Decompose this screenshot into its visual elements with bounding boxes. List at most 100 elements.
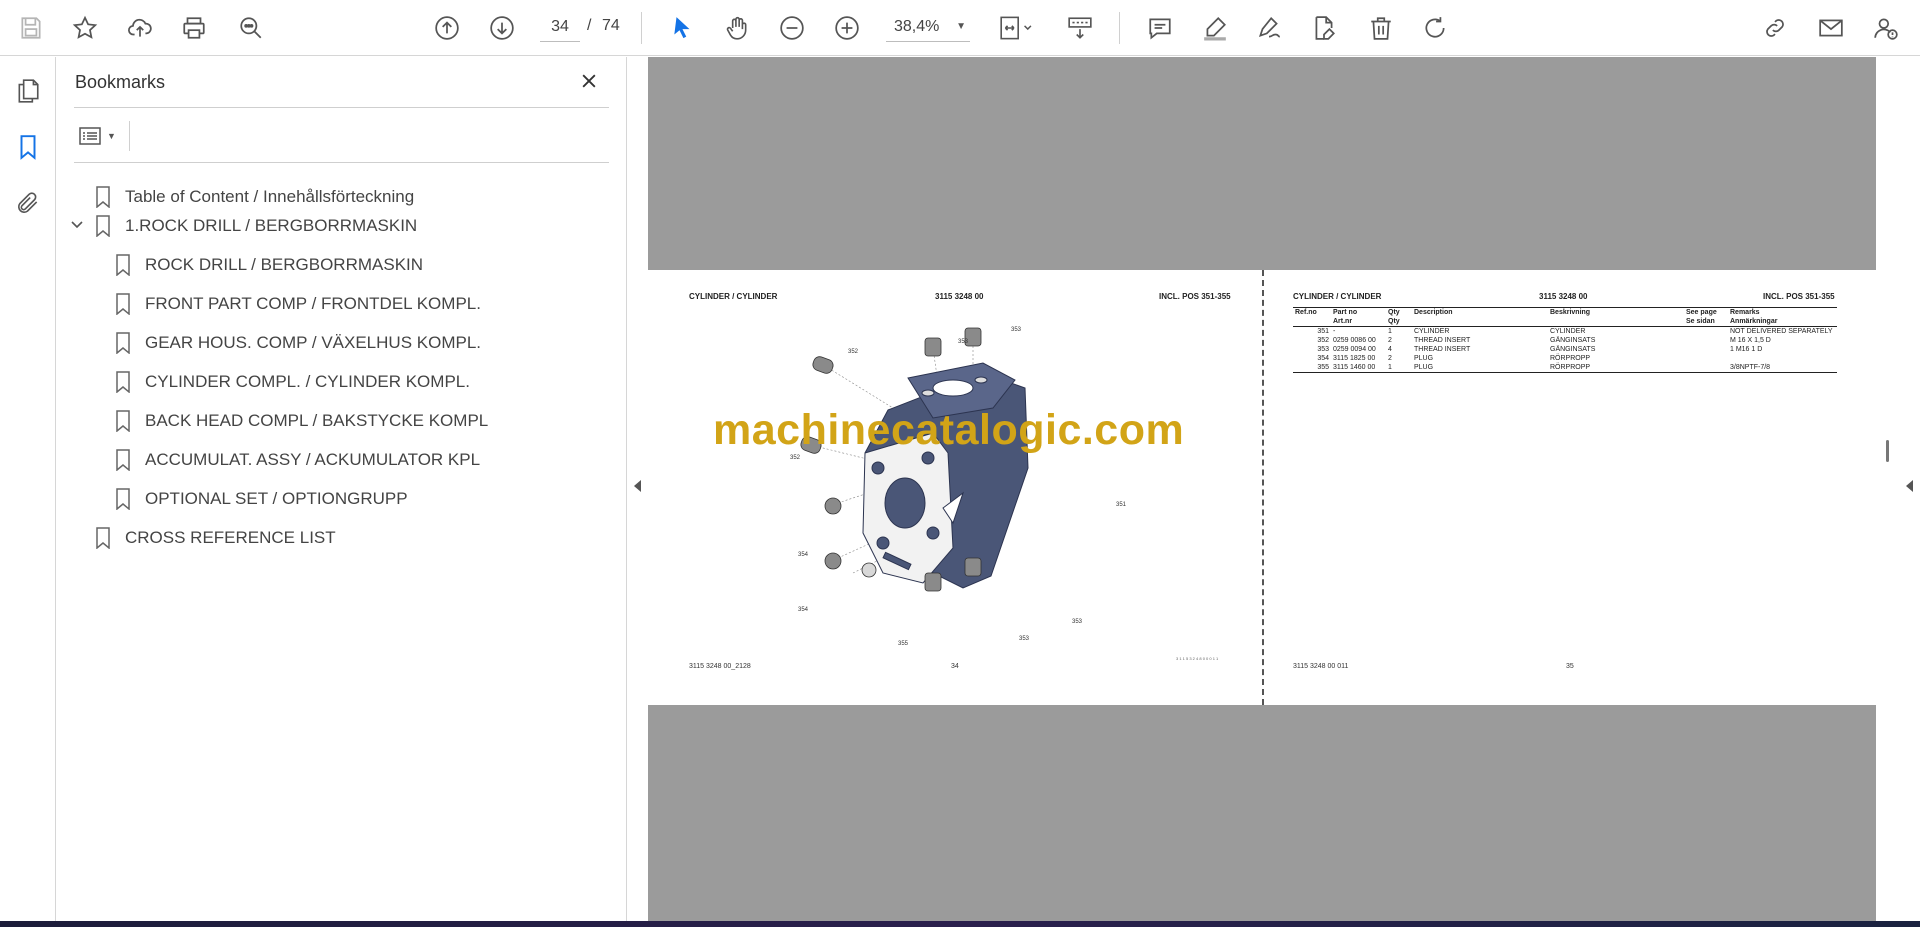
- draw-icon[interactable]: [1250, 9, 1288, 47]
- bookmark-label: Table of Content / Innehållsförteckning: [125, 187, 415, 206]
- account-icon[interactable]: [1867, 9, 1905, 47]
- zoom-level-select[interactable]: 38,4% ▼: [886, 12, 970, 42]
- cell-page: [1684, 354, 1728, 363]
- page-fold: [1262, 270, 1264, 705]
- find-zoom-icon[interactable]: [232, 9, 270, 47]
- email-icon[interactable]: [1812, 9, 1850, 47]
- column-header-part: Part no Art.nr: [1331, 307, 1386, 327]
- bookmark-icon: [116, 254, 130, 276]
- chevron-down-icon: ▼: [956, 21, 966, 32]
- collapse-panel-handle[interactable]: [628, 57, 648, 921]
- zoom-in-icon[interactable]: [828, 9, 866, 47]
- callout-label: 355: [898, 641, 909, 647]
- cell-page: [1684, 327, 1728, 337]
- comment-icon[interactable]: [1141, 9, 1179, 47]
- table-row: 355 3115 1460 00 1 PLUG RÖRPROPP 3/8NPTF…: [1293, 363, 1837, 373]
- pages-thumbnail-icon[interactable]: [10, 73, 46, 109]
- star-icon[interactable]: [66, 9, 104, 47]
- panel-title: Bookmarks: [75, 72, 166, 92]
- bookmark-item[interactable]: BACK HEAD COMPL / BAKSTYCKE KOMPL: [115, 406, 488, 436]
- callout-label: 354: [798, 552, 809, 558]
- callout-label: 351: [1116, 502, 1127, 508]
- highlight-icon[interactable]: [1196, 9, 1234, 47]
- cell-part: 3115 1460 00: [1331, 363, 1386, 373]
- column-header-remarks: Remarks Anmärkningar: [1728, 307, 1837, 327]
- zoom-out-icon[interactable]: [773, 9, 811, 47]
- bookmark-icon: [116, 449, 130, 471]
- cell-ref: 351: [1317, 328, 1329, 335]
- save-icon[interactable]: [12, 9, 50, 47]
- left-page-title: CYLINDER / CYLINDER: [689, 292, 778, 301]
- callout-label: 352: [848, 349, 859, 355]
- bookmark-item[interactable]: CYLINDER COMPL. / CYLINDER KOMPL.: [115, 367, 470, 397]
- delete-icon[interactable]: [1362, 9, 1400, 47]
- bookmark-item[interactable]: ROCK DRILL / BERGBORRMASKIN: [115, 250, 423, 280]
- rotate-icon[interactable]: [1416, 9, 1454, 47]
- right-pane-handle[interactable]: [1876, 57, 1920, 921]
- callout-label: 353: [1019, 636, 1030, 642]
- bookmark-panel-icon[interactable]: [10, 129, 46, 165]
- bookmark-icon: [116, 371, 130, 393]
- cell-besk: RÖRPROPP: [1548, 363, 1684, 373]
- bookmark-item[interactable]: ACCUMULAT. ASSY / ACKUMULATOR KPL: [115, 445, 480, 475]
- edit-pdf-icon[interactable]: [1305, 9, 1343, 47]
- cell-ref: 354: [1317, 355, 1329, 362]
- select-cursor-icon[interactable]: [664, 9, 702, 47]
- scroll-mode-icon[interactable]: [1061, 9, 1099, 47]
- bookmark-label: FRONT PART COMP / FRONTDEL KOMPL.: [145, 294, 481, 313]
- cell-remarks: M 16 X 1,5 D: [1730, 337, 1771, 344]
- cell-qty: 1: [1386, 363, 1412, 373]
- close-icon[interactable]: [575, 67, 603, 95]
- bookmark-label: GEAR HOUS. COMP / VÄXELHUS KOMPL.: [145, 333, 481, 352]
- chevron-down-icon[interactable]: [69, 217, 85, 233]
- cell-besk: GÄNGINSATS: [1550, 337, 1596, 344]
- column-header-ref: Ref.no: [1293, 307, 1331, 327]
- share-link-icon[interactable]: [1756, 9, 1794, 47]
- bookmark-item[interactable]: 1.ROCK DRILL / BERGBORRMASKIN: [95, 211, 417, 241]
- bookmark-label: OPTIONAL SET / OPTIONGRUPP: [145, 489, 408, 508]
- drawing-id: 3 1 1 5 3 2 4 8 0 0 0 1 1: [1176, 656, 1219, 661]
- bookmark-item[interactable]: Table of Content / Innehållsförteckning: [95, 182, 414, 212]
- bookmark-item[interactable]: CROSS REFERENCE LIST: [95, 523, 336, 553]
- column-header-qty-sv: Qty: [1388, 318, 1400, 325]
- toolbar-divider: [1119, 12, 1120, 44]
- column-header-seepage-en: See page: [1686, 309, 1717, 316]
- cell-page: [1684, 363, 1728, 373]
- callout-label: 352: [790, 455, 801, 461]
- attachment-icon[interactable]: [10, 185, 46, 221]
- hand-tool-icon[interactable]: [718, 9, 756, 47]
- cloud-upload-icon[interactable]: [121, 9, 159, 47]
- cell-part: 3115 1825 00: [1333, 355, 1376, 362]
- column-header-qty: Qty Qty: [1386, 307, 1412, 327]
- panel-divider: [74, 107, 609, 108]
- document-viewport[interactable]: CYLINDER / CYLINDER 3115 3248 00 INCL. P…: [648, 57, 1876, 921]
- right-page-footer-ref: 3115 3248 00 011: [1293, 663, 1349, 670]
- bookmark-label: CYLINDER COMPL. / CYLINDER KOMPL.: [145, 372, 470, 391]
- bookmark-label: ACCUMULAT. ASSY / ACKUMULATOR KPL: [145, 450, 481, 469]
- right-page-incl: INCL. POS 351-355: [1763, 292, 1835, 301]
- bookmark-item[interactable]: FRONT PART COMP / FRONTDEL KOMPL.: [115, 289, 481, 319]
- callout-label: 354: [798, 607, 809, 613]
- previous-page-icon[interactable]: [428, 9, 466, 47]
- fit-page-icon[interactable]: [990, 9, 1040, 47]
- next-page-icon[interactable]: [483, 9, 521, 47]
- bookmark-options-button[interactable]: ▼: [77, 121, 125, 151]
- chevron-down-icon: ▼: [107, 131, 116, 141]
- list-options-icon: [79, 127, 101, 145]
- navigation-rail: [0, 57, 56, 921]
- bookmark-item[interactable]: GEAR HOUS. COMP / VÄXELHUS KOMPL.: [115, 328, 481, 358]
- page-number-input[interactable]: [540, 12, 580, 42]
- scrollbar-thumb[interactable]: [1886, 440, 1889, 462]
- page-total: 74: [602, 17, 620, 34]
- bookmark-item[interactable]: OPTIONAL SET / OPTIONGRUPP: [115, 484, 408, 514]
- chevron-left-icon: [1906, 480, 1913, 492]
- cell-page: [1684, 336, 1728, 345]
- callout-label: 353: [1072, 619, 1083, 625]
- print-icon[interactable]: [175, 9, 213, 47]
- bookmark-icon: [96, 527, 110, 549]
- cell-remarks: [1728, 354, 1837, 363]
- bookmark-icon: [116, 410, 130, 432]
- table-header-row: Ref.no Part no Art.nr Qty Qty Description …: [1293, 307, 1837, 327]
- cell-desc: CYLINDER: [1414, 328, 1450, 335]
- bookmark-icon: [116, 293, 130, 315]
